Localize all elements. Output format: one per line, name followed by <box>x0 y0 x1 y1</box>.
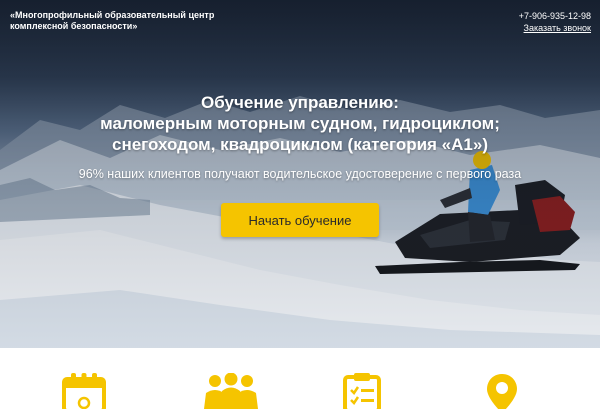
group-icon <box>204 373 258 409</box>
features-row <box>0 348 600 409</box>
location-pin-icon <box>487 374 517 409</box>
callback-link[interactable]: Заказать звонок <box>519 22 591 34</box>
header-contacts: +7-906-935-12-98 Заказать звонок <box>519 10 591 34</box>
hero-title-line2: маломерным моторным судном, гидроциклом; <box>100 114 500 133</box>
start-learning-button[interactable]: Начать обучение <box>221 203 379 237</box>
hero-section: «Многопрофильный образовательный центр к… <box>0 0 600 348</box>
org-name-line2: комплексной безопасности» <box>10 21 138 31</box>
calendar-icon <box>62 373 106 409</box>
phone-number[interactable]: +7-906-935-12-98 <box>519 10 591 22</box>
hero-title-line1: Обучение управлению: <box>201 93 399 112</box>
org-name: «Многопрофильный образовательный центр к… <box>10 10 240 32</box>
clipboard-checklist-icon <box>343 373 381 409</box>
org-name-line1: «Многопрофильный образовательный центр <box>10 10 215 20</box>
hero-subtitle: 96% наших клиентов получают водительское… <box>78 167 522 181</box>
hero-title: Обучение управлению: маломерным моторным… <box>40 92 560 155</box>
hero-title-line3: снегоходом, квадроциклом (категория «А1»… <box>112 135 488 154</box>
